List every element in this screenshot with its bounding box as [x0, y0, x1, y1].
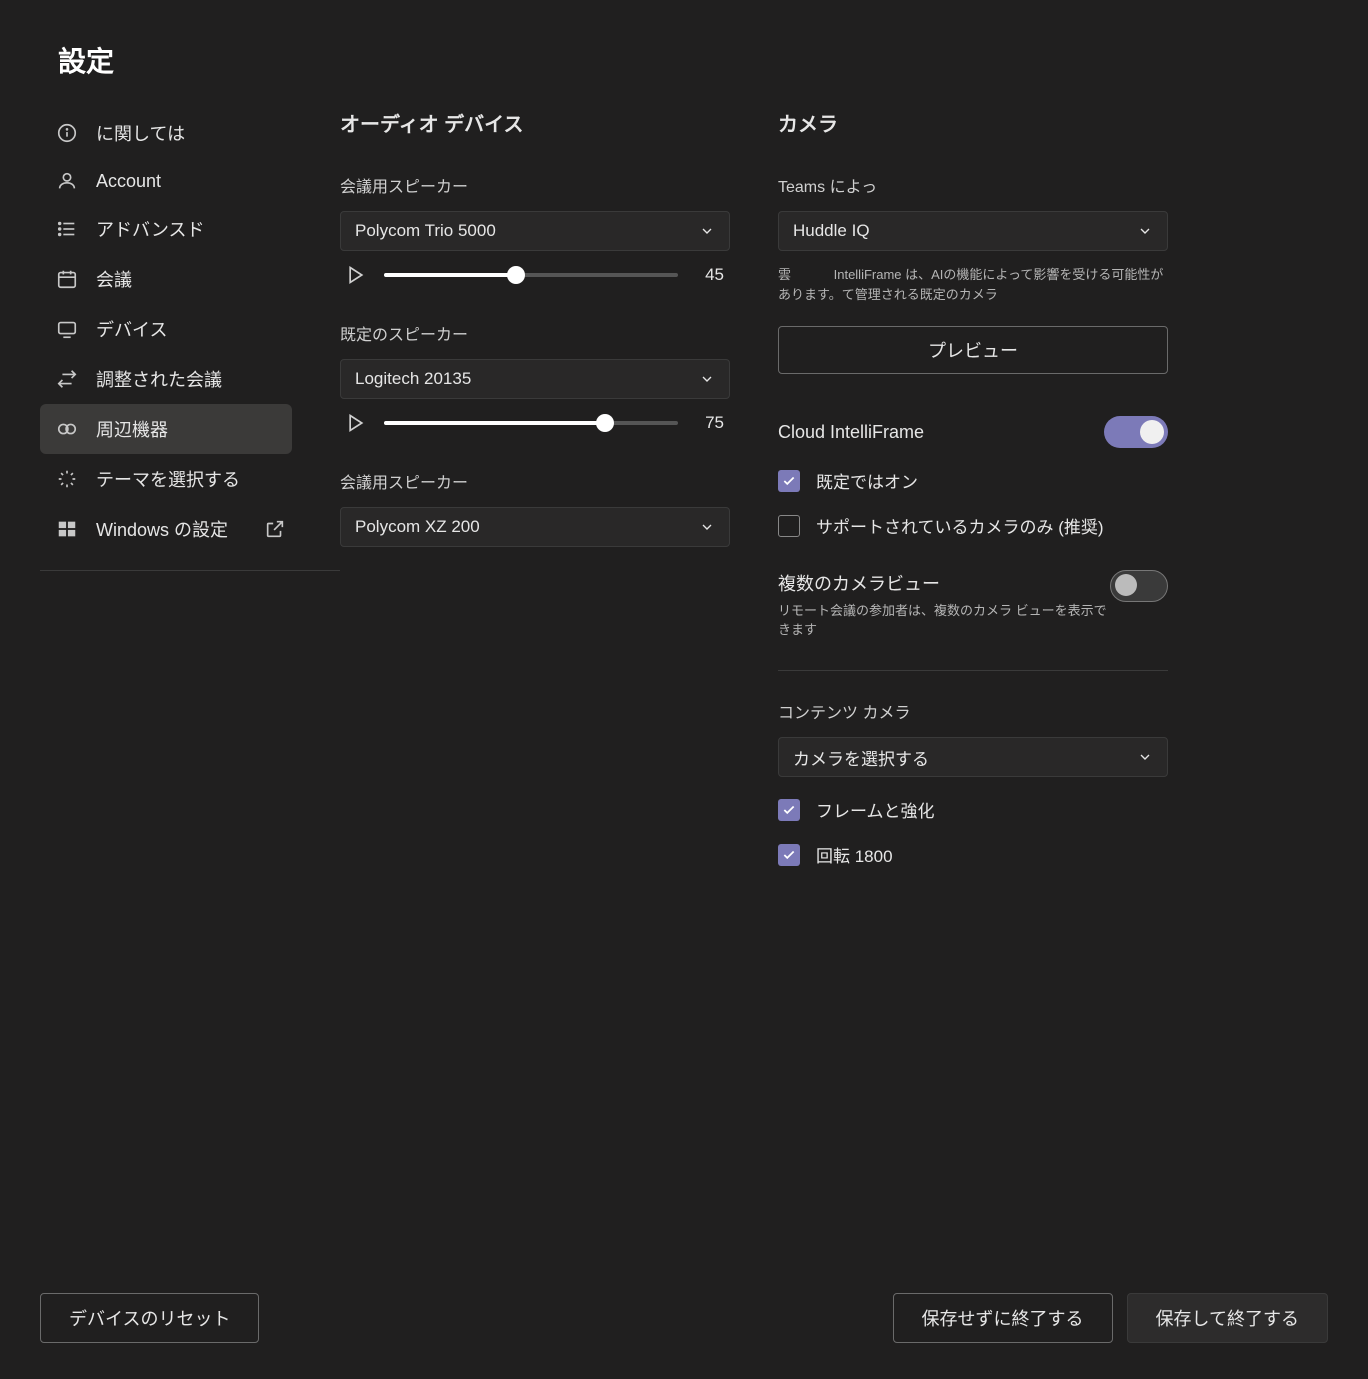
meeting-speaker2-select[interactable]: Polycom XZ 200	[340, 507, 730, 547]
content-camera-select[interactable]: カメラを選択する	[778, 737, 1168, 777]
meeting-speaker-volume-slider[interactable]	[384, 273, 678, 277]
rotate-label: 回転 1800	[816, 842, 893, 867]
meeting-speaker-select[interactable]: Polycom Trio 5000	[340, 211, 730, 251]
sidebar-item-2[interactable]: アドバンスド	[40, 204, 292, 254]
page-title: 設定	[58, 40, 1328, 80]
play-icon[interactable]	[346, 265, 366, 285]
multi-view-title: 複数のカメラビュー	[778, 570, 1110, 596]
chevron-down-icon	[699, 519, 715, 535]
sidebar-item-3[interactable]: 会議	[40, 254, 292, 304]
save-and-exit-button[interactable]: 保存して終了する	[1127, 1293, 1328, 1343]
camera-column: カメラ Teams によっ Huddle IQ 雲 IntelliFrame は…	[778, 108, 1168, 1269]
peripherals-icon	[56, 418, 78, 440]
sidebar: に関しては Account アドバンスド会議デバイス調整された会議周辺機器テーマを選…	[40, 108, 340, 1269]
exit-without-save-button[interactable]: 保存せずに終了する	[893, 1293, 1113, 1343]
sidebar-item-4[interactable]: デバイス	[40, 304, 292, 354]
info-icon	[56, 122, 78, 144]
default-speaker-volume-slider[interactable]	[384, 421, 678, 425]
meeting-speaker-value: Polycom Trio 5000	[355, 221, 496, 241]
sidebar-item-label: Account	[96, 171, 161, 192]
rotate-checkbox[interactable]	[778, 844, 800, 866]
sidebar-item-0[interactable]: に関しては	[40, 108, 292, 158]
default-speaker-label: 既定のスピーカー	[340, 321, 730, 345]
account-icon	[56, 170, 78, 192]
camera-note: 雲 IntelliFrame は、AIの機能によって影響を受ける可能性があります…	[778, 265, 1168, 304]
frame-enhance-label: フレームと強化	[816, 797, 935, 822]
sidebar-item-7[interactable]: テーマを選択する	[40, 454, 292, 504]
meeting-speaker2-value: Polycom XZ 200	[355, 517, 480, 537]
default-speaker-value: Logitech 20135	[355, 369, 471, 389]
preview-button[interactable]: プレビュー	[778, 326, 1168, 374]
windows-icon	[56, 518, 78, 540]
teams-camera-label: Teams によっ	[778, 173, 1168, 197]
theme-icon	[56, 468, 78, 490]
device-reset-button[interactable]: デバイスのリセット	[40, 1293, 259, 1343]
supported-only-checkbox[interactable]	[778, 515, 800, 537]
monitor-icon	[56, 318, 78, 340]
content-camera-value: カメラを選択する	[793, 745, 929, 770]
external-link-icon	[264, 518, 286, 540]
sidebar-item-label: 会議	[96, 266, 132, 292]
sidebar-item-label: 調整された会議	[96, 366, 222, 392]
sidebar-item-1[interactable]: Account	[40, 158, 292, 204]
camera-section-title: カメラ	[778, 108, 1168, 137]
teams-camera-value: Huddle IQ	[793, 221, 870, 241]
swap-icon	[56, 368, 78, 390]
default-on-label: 既定ではオン	[816, 468, 918, 493]
audio-section-title: オーディオ デバイス	[340, 108, 730, 137]
play-icon[interactable]	[346, 413, 366, 433]
default-speaker-select[interactable]: Logitech 20135	[340, 359, 730, 399]
audio-column: オーディオ デバイス 会議用スピーカー Polycom Trio 5000 45…	[340, 108, 730, 1269]
intelliframe-title: Cloud IntelliFrame	[778, 422, 924, 443]
sidebar-item-label: テーマを選択する	[96, 466, 240, 492]
sidebar-item-8[interactable]: Windows の設定	[40, 504, 292, 554]
meeting-speaker2-label: 会議用スピーカー	[340, 469, 730, 493]
sidebar-item-label: 周辺機器	[96, 416, 168, 442]
meeting-speaker-label: 会議用スピーカー	[340, 173, 730, 197]
frame-enhance-checkbox[interactable]	[778, 799, 800, 821]
sidebar-item-label: デバイス	[96, 316, 167, 342]
meeting-speaker-volume-value: 45	[696, 265, 724, 285]
default-speaker-volume-value: 75	[696, 413, 724, 433]
supported-only-label: サポートされているカメラのみ (推奨)	[816, 513, 1104, 538]
chevron-down-icon	[1137, 223, 1153, 239]
default-on-checkbox[interactable]	[778, 470, 800, 492]
multi-view-toggle[interactable]	[1110, 570, 1168, 602]
content-camera-label: コンテンツ カメラ	[778, 699, 1168, 723]
sidebar-item-label: に関しては	[96, 120, 185, 146]
chevron-down-icon	[1137, 749, 1153, 765]
teams-camera-select[interactable]: Huddle IQ	[778, 211, 1168, 251]
multi-view-sub: リモート会議の参加者は、複数のカメラ ビューを表示できます	[778, 600, 1110, 638]
sidebar-item-label: アドバンスド	[96, 216, 205, 242]
chevron-down-icon	[699, 223, 715, 239]
sidebar-item-label: Windows の設定	[96, 516, 228, 542]
intelliframe-toggle[interactable]	[1104, 416, 1168, 448]
chevron-down-icon	[699, 371, 715, 387]
calendar-icon	[56, 268, 78, 290]
sidebar-item-6[interactable]: 周辺機器	[40, 404, 292, 454]
list-icon	[56, 218, 78, 240]
sidebar-item-5[interactable]: 調整された会議	[40, 354, 292, 404]
